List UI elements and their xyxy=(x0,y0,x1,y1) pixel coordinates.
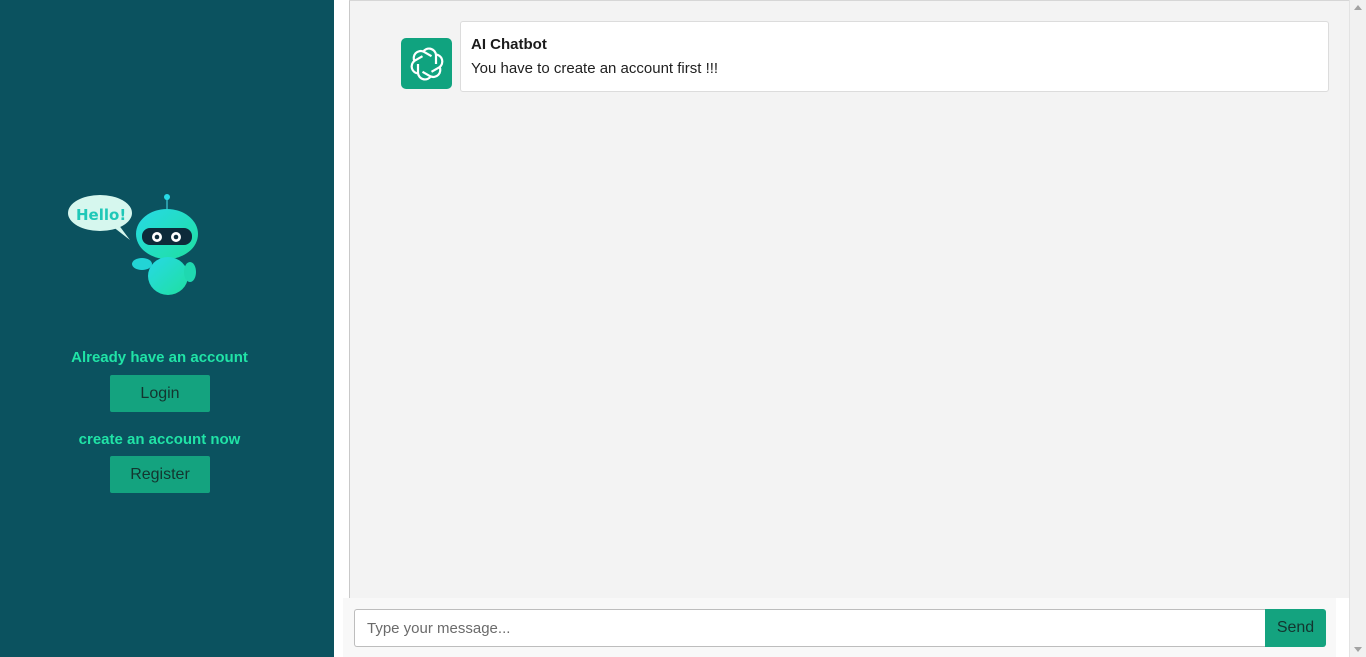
openai-logo-icon xyxy=(401,38,452,89)
message-text: You have to create an account first !!! xyxy=(471,60,719,77)
chat-messages-area: AI Chatbot You have to create an account… xyxy=(349,0,1351,598)
scroll-up-arrow-icon[interactable] xyxy=(1354,5,1362,10)
login-prompt-text: Already have an account xyxy=(71,349,248,366)
message-sender: AI Chatbot xyxy=(471,36,547,53)
page-scrollbar[interactable] xyxy=(1349,0,1366,657)
robot-mascot-image: Hello! xyxy=(68,194,198,295)
login-button[interactable]: Login xyxy=(110,375,210,412)
chat-message-bubble: AI Chatbot You have to create an account… xyxy=(460,21,1329,92)
sidebar: Hello! Already have an account Login cre… xyxy=(0,0,334,657)
message-input[interactable] xyxy=(354,609,1265,647)
register-prompt-text: create an account now xyxy=(78,431,241,448)
scroll-down-arrow-icon[interactable] xyxy=(1354,647,1362,652)
send-button[interactable]: Send xyxy=(1265,609,1326,647)
hello-speech-text: Hello! xyxy=(76,206,126,224)
register-button[interactable]: Register xyxy=(110,456,210,493)
